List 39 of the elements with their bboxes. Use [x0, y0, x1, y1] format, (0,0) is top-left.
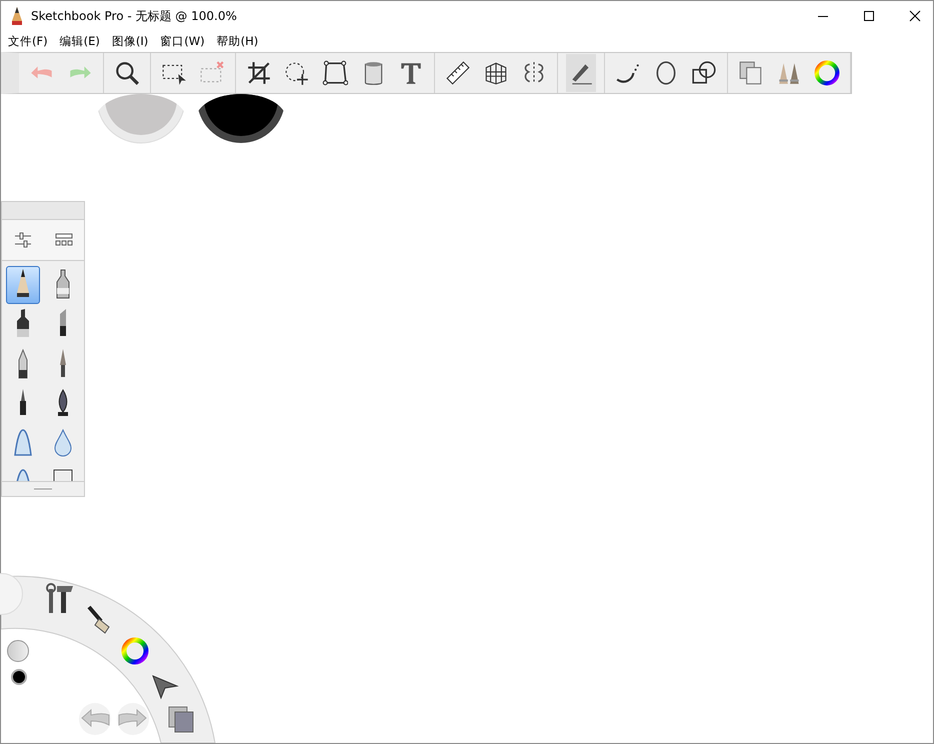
- pencil-app-icon: [11, 7, 23, 25]
- airbrush-cone-icon: [14, 429, 32, 456]
- layers-icon: [738, 60, 764, 86]
- eraser-icon: [53, 469, 73, 481]
- tool-button[interactable]: [566, 54, 596, 92]
- current-color-icon[interactable]: [11, 669, 27, 685]
- square-circle-icon: [691, 60, 717, 86]
- brush-pen-icon: [20, 389, 26, 415]
- paintbrush-icon: [60, 349, 66, 377]
- quadrilateral-icon: [322, 60, 348, 86]
- marker-icon: [56, 269, 70, 299]
- menu-item[interactable]: 文件(F): [8, 34, 48, 48]
- brush-opacity-puck[interactable]: [196, 94, 286, 144]
- menu-item[interactable]: 编辑(E): [60, 34, 100, 48]
- color-wheel-icon[interactable]: [119, 635, 151, 667]
- resize-handle-icon[interactable]: [34, 488, 52, 490]
- current-brush-icon[interactable]: [7, 640, 29, 662]
- grid-view-icon[interactable]: [55, 233, 73, 247]
- menu-item[interactable]: 图像(I): [112, 34, 148, 48]
- chisel-marker-icon: [60, 309, 66, 336]
- felt-marker-icon: [17, 309, 29, 337]
- window-title: Sketchbook Pro - 无标题 @ 100.0%: [31, 8, 237, 24]
- wrench-hammer-icon[interactable]: [43, 583, 75, 615]
- close-icon[interactable]: [909, 10, 921, 22]
- fountain-pen-nib-icon: [58, 389, 68, 416]
- menu-item[interactable]: 帮助(H): [216, 34, 258, 48]
- ballpoint-pen-icon: [18, 349, 28, 379]
- water-drop-icon: [54, 429, 72, 457]
- pencil-icon: [17, 269, 29, 297]
- color-wheel-icon: [814, 60, 840, 86]
- brush-button[interactable]: [6, 266, 40, 304]
- menu-item[interactable]: 窗口(W): [160, 34, 205, 48]
- crop-icon: [246, 60, 272, 86]
- dashed-circle-move-icon: [284, 60, 310, 86]
- ruler-icon: [445, 60, 471, 86]
- perspective-grid-icon: [483, 60, 509, 86]
- maximize-icon[interactable]: [863, 10, 875, 22]
- search-icon: [114, 60, 140, 86]
- sliders-icon[interactable]: [13, 232, 33, 248]
